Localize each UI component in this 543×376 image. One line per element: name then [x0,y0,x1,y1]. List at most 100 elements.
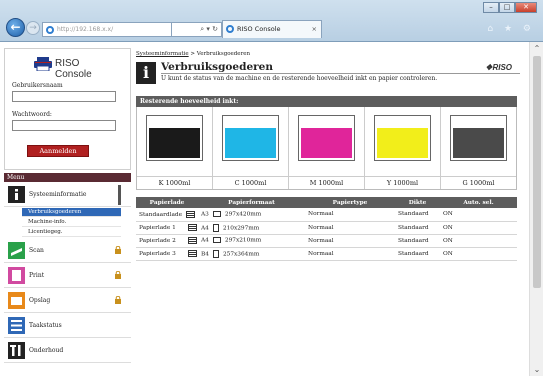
menu-item-label: Onderhoud [29,347,64,354]
paper-orientation-icon [212,237,221,244]
back-button[interactable]: ← [6,18,25,37]
tray-name: Papierlade 2 [139,238,176,244]
toolbar-icons[interactable]: ⌂ ★ ⚙ [487,24,535,34]
paper-orientation-icon [212,223,219,232]
paper-dims: 297x210mm [224,237,262,244]
paper-size: B4 [201,251,209,257]
ink-label: M 1000ml [289,176,364,189]
printer-logo-icon [34,57,52,71]
paper-tray-icon [186,210,196,218]
active-indicator [118,185,121,205]
storage-folder-icon [8,292,25,309]
column-header: Papiertype [305,197,395,208]
ink-section-header: Resterende hoeveelheid inkt: [136,96,517,107]
tray-cell: Papierlade 2 [136,234,198,248]
menu-item-onderhoud[interactable]: Onderhoud [4,339,131,363]
vertical-scrollbar[interactable]: ⌃ ⌄ [529,42,543,376]
table-row: Papierlade 3 B4 257x364mm Normaal Standaa… [136,247,517,261]
maximize-button[interactable]: □ [499,2,515,13]
address-bar[interactable]: http://192.168.x.x/ [42,22,172,37]
menu-item-label: Print [29,272,45,279]
submenu-licentiegeg[interactable]: Licentiegeg. [22,228,121,237]
title-divider [161,73,520,74]
menu-item-opslag[interactable]: Opslag [4,289,131,313]
browser-chrome: – □ ✕ ← → http://192.168.x.x/ ⌕ ▾ ↻ RISO… [0,0,543,42]
paper-size: A3 [201,211,209,218]
menu-item-label: Scan [29,247,44,254]
paper-orientation-icon [212,211,221,217]
scroll-thumb[interactable] [533,56,541,288]
riso-brand-text: RISO [492,63,512,72]
password-label: Wachtwoord: [12,111,52,118]
tray-cell: Papierlade 3 [136,247,198,261]
ink-cartridge-k: K 1000ml [137,107,213,189]
ink-label: C 1000ml [213,176,288,189]
table-row: Standaardlade A3 297x420mm Normaal Standa… [136,208,517,222]
ink-cartridge-g: G 1000ml [441,107,516,189]
size-cell: A4 210x297mm [198,221,305,235]
submenu-machine-info[interactable]: Machine-info. [22,218,121,227]
menu-item-scan[interactable]: Scan [4,239,131,263]
submenu-verbruiksgoederen[interactable]: Verbruiksgoederen [22,208,121,217]
paper-thickness: Standaard [395,234,440,248]
menu-item-label: Taakstatus [29,322,62,329]
close-window-button[interactable]: ✕ [515,2,537,13]
page-content: RISO Console Gebruikersnaam Wachtwoord: … [0,42,529,376]
ink-fill [377,127,428,158]
scroll-up-icon[interactable]: ⌃ [532,44,542,53]
ink-levels: K 1000ml C 1000ml M 1000ml Y 1000ml G 10… [136,107,517,190]
paper-orientation-icon [212,249,219,258]
paper-tray-icon [187,224,197,231]
ie-icon [46,26,54,34]
tab-title: RISO Console [237,25,281,33]
ink-cartridge-m: M 1000ml [289,107,365,189]
tab-riso-console[interactable]: RISO Console × [222,20,322,38]
password-field[interactable] [12,120,116,131]
paper-type: Normaal [305,208,395,222]
ink-fill [149,127,200,158]
paper-thickness: Standaard [395,247,440,261]
minimize-button[interactable]: – [483,2,499,13]
maintenance-tools-icon [8,342,25,359]
main-content: Systeeminformatie > Verbruiksgoederen i … [136,48,520,376]
menu-item-print[interactable]: Print [4,264,131,288]
riso-console-logo: RISO Console [34,57,114,80]
table-row: Papierlade 1 A4 210x297mm Normaal Standaa… [136,221,517,235]
table-header-row: Papierlade Papierformaat Papiertype Dikt… [136,197,517,208]
ink-tank [222,115,279,161]
riso-brand-logo: ❖RISO [485,63,512,72]
address-tools[interactable]: ⌕ ▾ ↻ [172,22,222,37]
paper-dims: 210x297mm [222,225,260,231]
paper-dims: 297x420mm [224,211,262,218]
job-status-icon [8,317,25,334]
auto-select: ON [440,208,517,222]
menu-item-taakstatus[interactable]: Taakstatus [4,314,131,338]
breadcrumb-link-systeeminformatie[interactable]: Systeeminformatie [136,51,189,57]
menu-item-systeeminformatie[interactable]: Systeeminformatie [4,183,131,207]
ink-tank [298,115,355,161]
scan-icon [8,242,25,259]
menu-item-label: Opslag [29,297,51,304]
tray-name: Standaardlade [139,211,183,218]
breadcrumb: Systeeminformatie > Verbruiksgoederen [136,51,250,57]
ink-cartridge-y: Y 1000ml [365,107,441,189]
column-header: Papierlade [136,197,198,208]
paper-type: Normaal [305,221,395,235]
auto-select: ON [440,234,517,248]
tab-close-icon[interactable]: × [312,21,317,38]
scroll-down-icon[interactable]: ⌄ [532,365,542,374]
tray-name: Papierlade 3 [139,251,176,257]
ink-fill [225,127,276,158]
size-cell: B4 257x364mm [198,247,305,261]
ink-label: Y 1000ml [365,176,440,189]
username-field[interactable] [12,91,116,102]
paper-thickness: Standaard [395,208,440,222]
page-description: U kunt de status van de machine en de re… [161,75,438,82]
forward-button[interactable]: → [26,21,40,35]
paper-type: Normaal [305,247,395,261]
tray-name: Papierlade 1 [139,225,176,231]
tray-cell: Standaardlade [136,208,198,222]
column-header: Papierformaat [198,197,305,208]
paper-size: A4 [201,225,209,231]
login-button[interactable]: Aanmelden [27,145,89,157]
